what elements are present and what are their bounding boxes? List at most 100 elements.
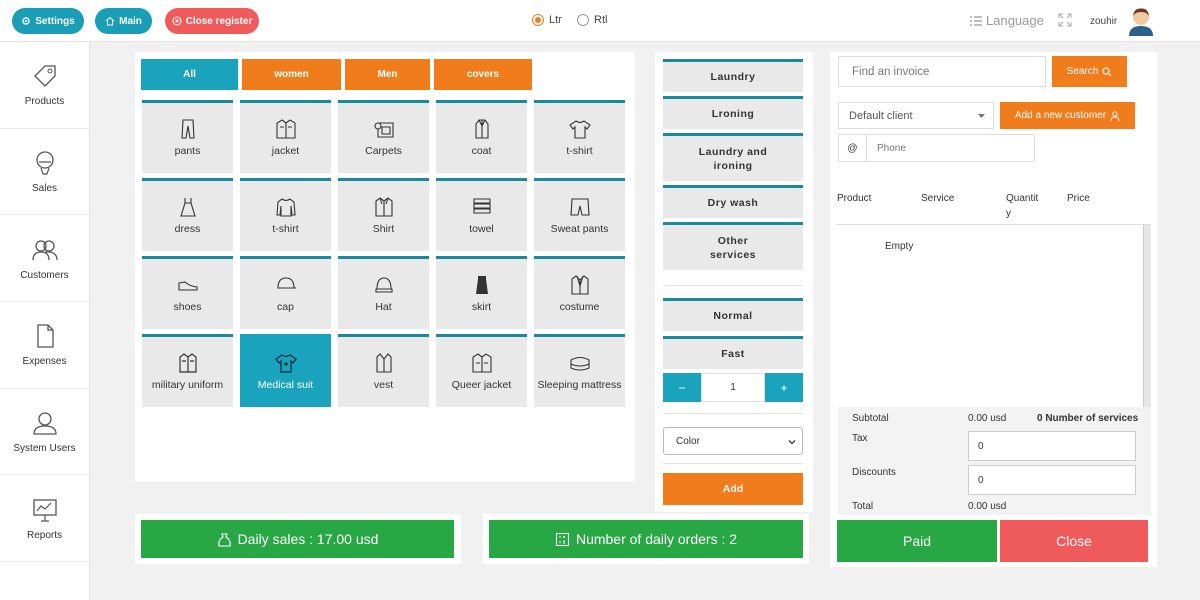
sidebar-item-label: Products bbox=[24, 96, 65, 108]
invoice-search-placeholder: Find an invoice bbox=[852, 65, 930, 78]
client-select-value: Default client bbox=[849, 109, 913, 122]
product-tile-sweat-pants[interactable]: Sweat pants bbox=[534, 178, 625, 251]
product-label: shoes bbox=[173, 301, 202, 313]
scrubs-icon bbox=[274, 354, 297, 373]
product-tile-tshirt[interactable]: t-shirt bbox=[534, 100, 625, 173]
document-icon bbox=[36, 324, 54, 349]
speed-normal[interactable]: Normal bbox=[663, 298, 803, 331]
sidebar-item-customers[interactable]: Customers bbox=[0, 215, 89, 303]
main-button[interactable]: Main bbox=[95, 8, 152, 34]
settings-button[interactable]: Settings bbox=[12, 8, 84, 34]
product-tile-cap[interactable]: cap bbox=[240, 256, 331, 329]
ltr-radio[interactable] bbox=[532, 14, 544, 26]
chevron-down-icon bbox=[788, 440, 796, 445]
monitor-chart-icon bbox=[32, 499, 57, 522]
money-bag-icon bbox=[217, 532, 231, 547]
product-tile-pants[interactable]: pants bbox=[142, 100, 233, 173]
calculator-icon bbox=[555, 532, 570, 546]
sidebar-item-expenses[interactable]: Expenses bbox=[0, 302, 89, 389]
rtl-option[interactable]: Rtl bbox=[577, 14, 607, 26]
tab-men[interactable]: Men bbox=[345, 59, 430, 90]
product-tile-vest[interactable]: vest bbox=[338, 334, 429, 407]
balloon-icon bbox=[35, 151, 54, 175]
sidebar-item-system-users[interactable]: System Users bbox=[0, 389, 89, 476]
close-circle-icon bbox=[172, 16, 182, 26]
product-tile-queer-jacket[interactable]: Queer jacket bbox=[436, 334, 527, 407]
column-quantity: Quantity bbox=[1006, 193, 1039, 219]
avatar[interactable] bbox=[1127, 6, 1155, 36]
sidebar-item-reports[interactable]: Reports bbox=[0, 475, 89, 563]
daily-orders-card: Number of daily orders : 2 bbox=[483, 514, 809, 564]
service-laundry[interactable]: Laundry bbox=[663, 59, 803, 92]
speed-fast[interactable]: Fast bbox=[663, 336, 803, 369]
daily-orders-bar: Number of daily orders : 2 bbox=[489, 520, 803, 558]
tab-covers[interactable]: covers bbox=[434, 59, 532, 90]
add-button[interactable]: Add bbox=[663, 473, 803, 505]
product-tile-medical-suit[interactable]: Medical suit bbox=[240, 334, 331, 407]
column-service: Service bbox=[921, 193, 955, 204]
product-label: pants bbox=[174, 145, 201, 157]
daily-sales-text: Daily sales : 17.00 usd bbox=[237, 531, 379, 547]
discounts-input[interactable]: 0 bbox=[968, 465, 1136, 495]
search-button[interactable]: Search bbox=[1052, 56, 1127, 87]
user-icon bbox=[32, 412, 57, 435]
close-register-button[interactable]: Close register bbox=[165, 8, 259, 34]
main-label: Main bbox=[119, 15, 142, 27]
close-button[interactable]: Close bbox=[1000, 520, 1148, 562]
client-select[interactable]: Default client bbox=[838, 102, 994, 129]
services-panel: Laundry Lroning Laundry and ironing Dry … bbox=[655, 52, 813, 512]
service-other[interactable]: Other services bbox=[663, 222, 803, 270]
language-menu[interactable]: Language bbox=[970, 13, 1044, 28]
products-panel: All women Men covers pants jacket Carpet… bbox=[135, 52, 635, 482]
divider bbox=[663, 285, 803, 286]
product-tile-shoes[interactable]: shoes bbox=[142, 256, 233, 329]
tax-label: Tax bbox=[852, 433, 868, 444]
product-tile-jacket[interactable]: jacket bbox=[240, 100, 331, 173]
tab-all[interactable]: All bbox=[141, 59, 238, 90]
service-ironing[interactable]: Lroning bbox=[663, 96, 803, 129]
product-label: Medical suit bbox=[257, 379, 314, 391]
product-tile-towel[interactable]: towel bbox=[436, 178, 527, 251]
total-value: 0.00 usd bbox=[968, 501, 1007, 512]
search-label: Search bbox=[1066, 66, 1099, 77]
service-laundry-and-ironing[interactable]: Laundry and ironing bbox=[663, 133, 803, 181]
product-tile-skirt[interactable]: skirt bbox=[436, 256, 527, 329]
invoice-search-input[interactable]: Find an invoice bbox=[838, 56, 1046, 87]
product-tile-shirt[interactable]: Shirt bbox=[338, 178, 429, 251]
paid-button[interactable]: Paid bbox=[837, 520, 997, 562]
service-dry-wash[interactable]: Dry wash bbox=[663, 185, 803, 218]
product-label: dress bbox=[174, 223, 201, 235]
product-tile-carpets[interactable]: Carpets bbox=[338, 100, 429, 173]
sidebar-item-products[interactable]: Products bbox=[0, 42, 89, 129]
vest-icon bbox=[375, 353, 392, 373]
subtotal-label: Subtotal bbox=[852, 413, 889, 424]
product-tile-coat[interactable]: coat bbox=[436, 100, 527, 173]
product-tile-military-uniform[interactable]: military uniform bbox=[142, 334, 233, 407]
product-tile-long-tshirt[interactable]: t-shirt bbox=[240, 178, 331, 251]
quantity-minus-button[interactable]: − bbox=[663, 373, 701, 402]
add-customer-button[interactable]: Add a new customer bbox=[1000, 102, 1135, 129]
sidebar-item-label: Customers bbox=[20, 269, 69, 281]
sidebar-item-sales[interactable]: Sales bbox=[0, 129, 89, 216]
ltr-option[interactable]: Ltr bbox=[532, 14, 562, 26]
tab-women[interactable]: women bbox=[242, 59, 341, 90]
suit-icon bbox=[570, 275, 589, 295]
product-tile-hat[interactable]: Hat bbox=[338, 256, 429, 329]
color-select[interactable]: Color bbox=[663, 427, 803, 455]
product-tile-sleeping-mattress[interactable]: Sleeping mattress bbox=[534, 334, 625, 407]
daily-sales-card: Daily sales : 17.00 usd bbox=[135, 514, 461, 564]
home-icon bbox=[105, 16, 115, 26]
product-tile-costume[interactable]: costume bbox=[534, 256, 625, 329]
scrollbar[interactable] bbox=[1143, 225, 1151, 408]
daily-orders-text: Number of daily orders : 2 bbox=[575, 531, 738, 547]
rtl-radio[interactable] bbox=[577, 14, 589, 26]
quantity-plus-button[interactable]: + bbox=[765, 373, 803, 402]
tax-input[interactable]: 0 bbox=[968, 431, 1136, 461]
username[interactable]: zouhir bbox=[1090, 16, 1117, 27]
product-label: cap bbox=[277, 301, 294, 313]
fullscreen-icon[interactable] bbox=[1058, 13, 1072, 27]
phone-field[interactable]: @ Phone bbox=[838, 134, 1035, 162]
product-tile-dress[interactable]: dress bbox=[142, 178, 233, 251]
quantity-value[interactable]: 1 bbox=[701, 373, 765, 402]
close-register-label: Close register bbox=[185, 15, 253, 27]
